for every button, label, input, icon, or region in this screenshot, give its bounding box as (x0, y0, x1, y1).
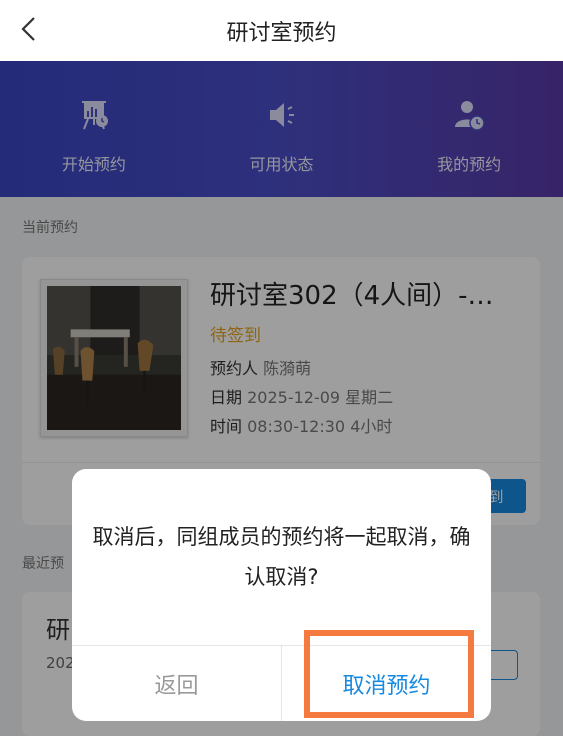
return-button[interactable]: 返回 (72, 646, 281, 721)
back-icon[interactable] (14, 14, 44, 44)
highlight-box (304, 630, 474, 718)
top-bar: 研讨室预约 (0, 0, 563, 61)
dialog-message: 取消后，同组成员的预约将一起取消，确认取消? (92, 525, 471, 589)
page-title: 研讨室预约 (226, 20, 337, 46)
